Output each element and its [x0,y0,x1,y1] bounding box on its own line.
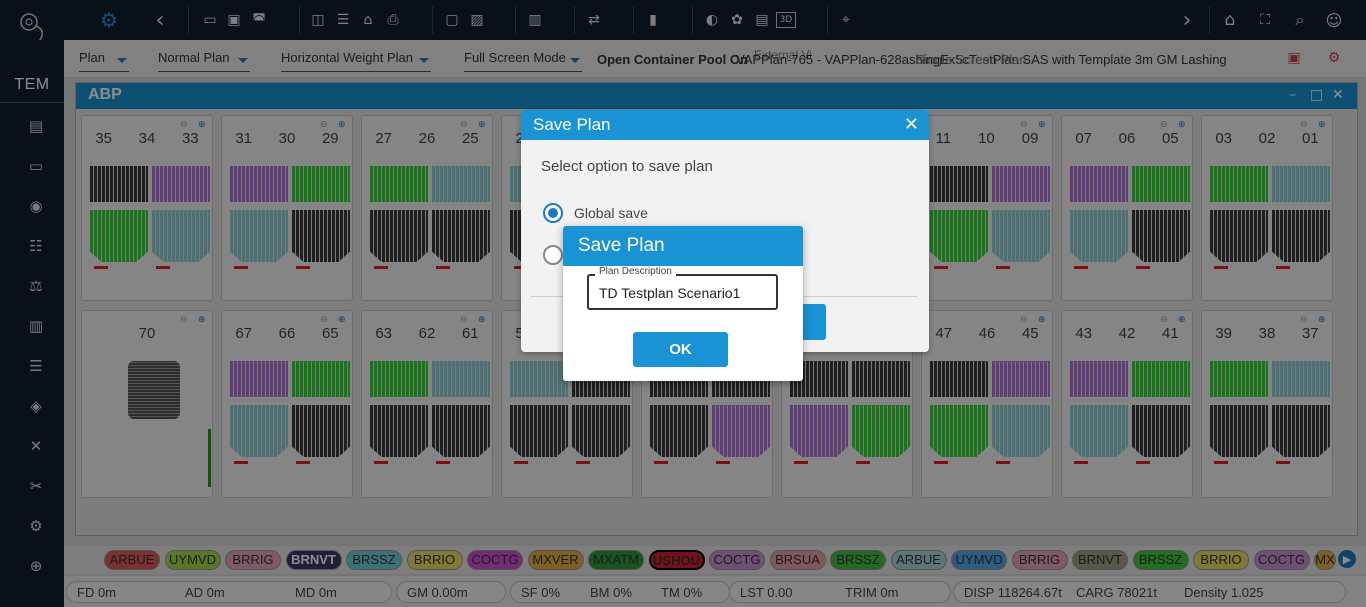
save-plan-dialog-title: Save Plan [521,110,929,140]
plan-description-dialog-title: Save Plan [563,226,803,266]
close-icon[interactable]: ✕ [904,114,919,135]
plan-description-label: Plan Description [595,266,676,277]
plan-description-input[interactable] [599,284,769,302]
plan-description-dialog: Save Plan Plan Description OK [563,226,803,381]
global-save-label: Global save [574,205,648,221]
global-save-radio[interactable] [543,203,563,223]
ok-button[interactable]: OK [633,332,728,367]
save-option-prompt: Select option to save plan [541,158,713,175]
secondary-save-radio[interactable] [543,245,563,265]
